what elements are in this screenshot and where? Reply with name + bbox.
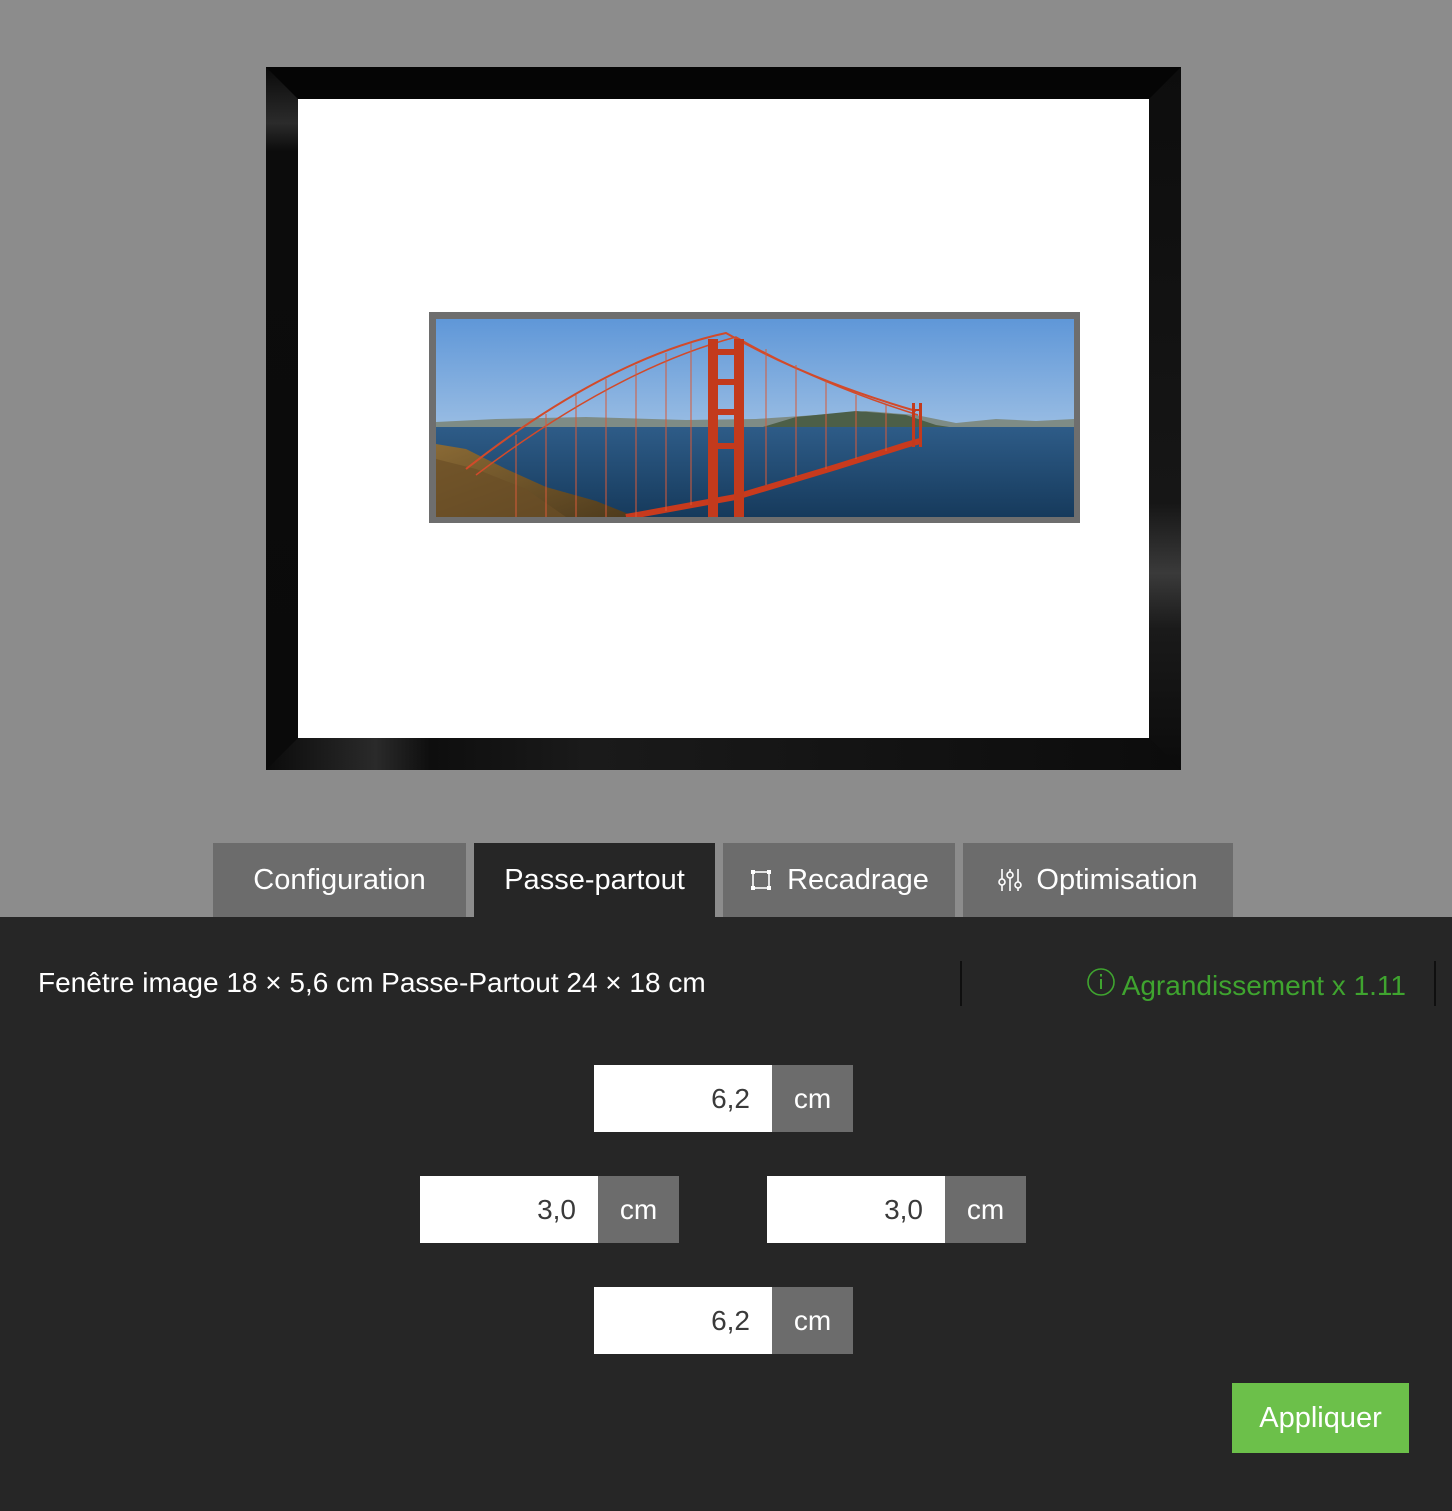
tab-passe-partout[interactable]: Passe-partout [474, 843, 715, 917]
tab-passe-partout-label: Passe-partout [504, 863, 685, 896]
tab-recadrage-label: Recadrage [787, 863, 929, 896]
tab-bar: Configuration Passe-partout Recadrage Op… [0, 843, 1452, 917]
margin-left-field: cm [420, 1176, 679, 1243]
enlargement-text: Agrandissement x 1.11 [1121, 969, 1406, 1001]
margin-bottom-unit: cm [772, 1287, 853, 1354]
golden-gate-photo [436, 319, 1074, 517]
crop-icon [749, 868, 773, 892]
picture-frame [266, 67, 1181, 770]
margin-right-unit: cm [945, 1176, 1026, 1243]
tab-recadrage[interactable]: Recadrage [723, 843, 955, 917]
margin-top-unit: cm [772, 1065, 853, 1132]
frame-preview [0, 0, 1452, 917]
margin-top-input[interactable] [594, 1065, 772, 1132]
passe-partout-mat [298, 99, 1149, 738]
tab-optimisation[interactable]: Optimisation [963, 843, 1233, 917]
image-window [429, 312, 1080, 523]
passe-partout-panel: Fenêtre image 18 × 5,6 cm Passe-Partout … [0, 917, 1452, 1511]
margin-left-input[interactable] [420, 1176, 598, 1243]
margin-right-field: cm [767, 1176, 1026, 1243]
margin-top-field: cm [594, 1065, 853, 1132]
sliders-icon [998, 867, 1023, 893]
dimensions-info: Fenêtre image 18 × 5,6 cm Passe-Partout … [38, 967, 706, 998]
margin-left-unit: cm [598, 1176, 679, 1243]
divider [960, 961, 962, 1006]
margin-right-input[interactable] [767, 1176, 945, 1243]
tab-configuration-label: Configuration [253, 863, 426, 896]
apply-button[interactable]: Appliquer [1232, 1383, 1409, 1453]
info-circle-icon [1086, 967, 1116, 1004]
tab-optimisation-label: Optimisation [1036, 863, 1198, 896]
enlargement-indicator: Agrandissement x 1.11 [1086, 967, 1406, 1004]
margin-bottom-field: cm [594, 1287, 853, 1354]
tab-configuration[interactable]: Configuration [213, 843, 466, 917]
divider [1434, 961, 1436, 1006]
margin-bottom-input[interactable] [594, 1287, 772, 1354]
